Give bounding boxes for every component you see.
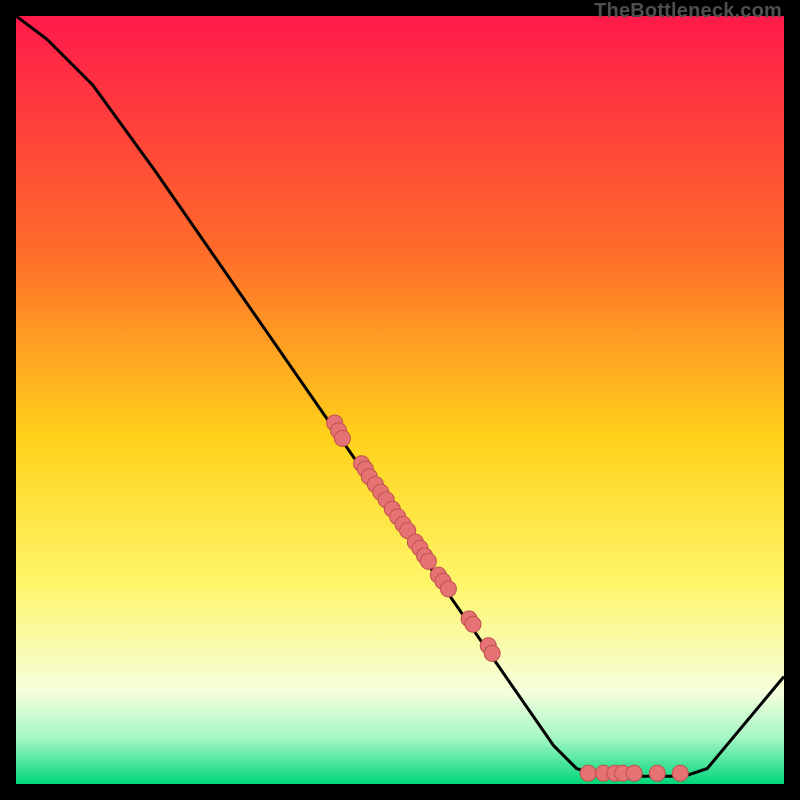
stage: TheBottleneck.com [0, 0, 800, 800]
scatter-dot [334, 430, 350, 446]
scatter-dot [626, 765, 642, 781]
bottleneck-curve [16, 16, 784, 776]
plot-area [16, 16, 784, 784]
scatter-dot [484, 645, 500, 661]
scatter-dot [420, 553, 436, 569]
scatter-dots [327, 415, 689, 781]
chart-svg [16, 16, 784, 784]
scatter-dot [465, 616, 481, 632]
scatter-dot [580, 765, 596, 781]
watermark-text: TheBottleneck.com [594, 0, 782, 23]
scatter-dot [440, 581, 456, 597]
scatter-dot [649, 765, 665, 781]
scatter-dot [672, 765, 688, 781]
